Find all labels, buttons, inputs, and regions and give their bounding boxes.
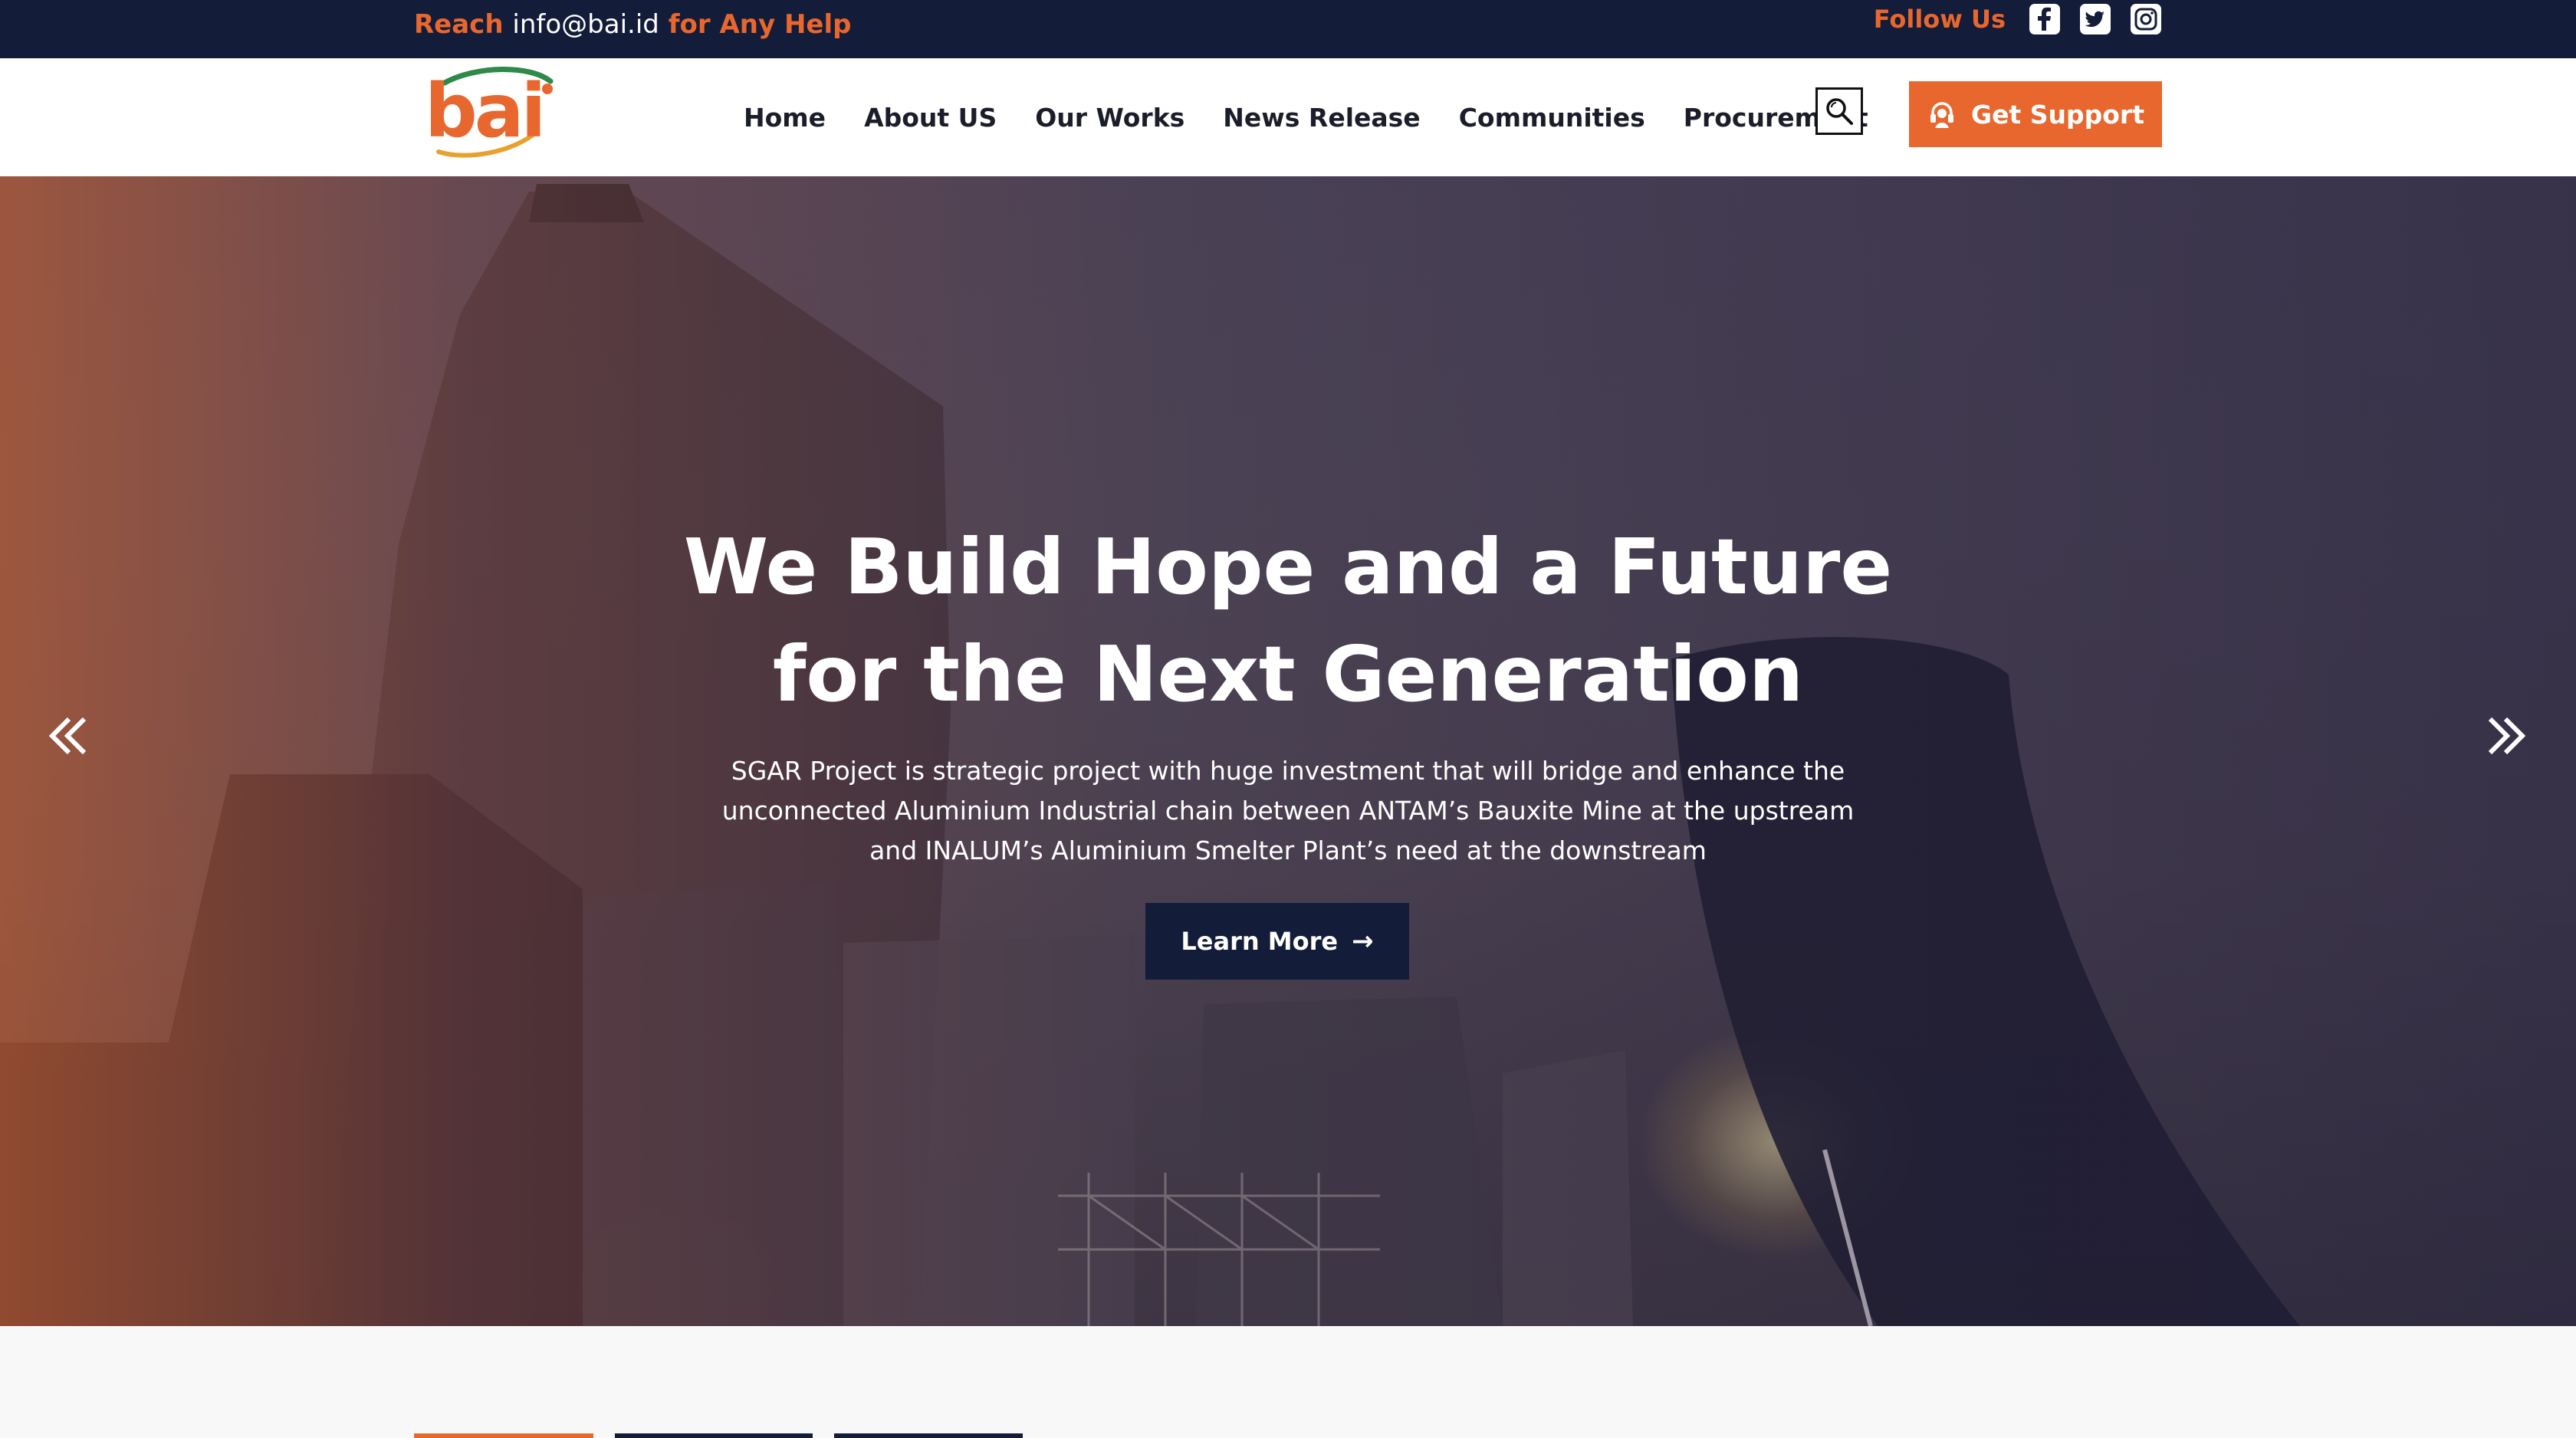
hero-title-line-1: We Build Hope and a Future: [683, 522, 1893, 612]
search-button[interactable]: [1815, 87, 1863, 135]
nav-communities[interactable]: Communities: [1459, 103, 1645, 133]
learn-more-button[interactable]: Learn More →: [1145, 903, 1409, 980]
get-support-button[interactable]: Get Support: [1909, 81, 2162, 147]
reach-suffix: for Any Help: [668, 9, 852, 40]
hero-description: SGAR Project is strategic project with h…: [675, 751, 1901, 871]
bai-logo[interactable]: bai: [414, 66, 560, 158]
hero-slider: We Build Hope and a Future for the Next …: [0, 176, 2576, 1326]
contact-email[interactable]: info@bai.id: [512, 9, 659, 40]
double-chevron-right-icon: [2488, 717, 2526, 755]
nav-news-release[interactable]: News Release: [1223, 103, 1420, 133]
nav-home[interactable]: Home: [744, 103, 826, 133]
hero-desc-line-2: unconnected Aluminium Industrial chain b…: [721, 796, 1855, 826]
reach-prefix: Reach: [414, 9, 504, 40]
section-tab-3[interactable]: [834, 1433, 1023, 1438]
double-chevron-left-icon: [48, 717, 87, 755]
arrow-right-icon: →: [1352, 926, 1374, 957]
section-tabs: [414, 1433, 1023, 1438]
twitter-icon[interactable]: [2079, 3, 2111, 35]
contact-info: Reach info@bai.id for Any Help: [414, 8, 851, 41]
facebook-icon[interactable]: [2029, 3, 2061, 35]
slider-next-button[interactable]: [2476, 705, 2538, 767]
main-navigation: bai Home About US Our Works News Release…: [0, 58, 2576, 176]
hero-title: We Build Hope and a Future for the Next …: [521, 514, 2055, 728]
section-tab-2[interactable]: [615, 1433, 813, 1438]
hero-title-line-2: for the Next Generation: [772, 629, 1804, 719]
learn-more-label: Learn More: [1181, 927, 1339, 956]
nav-menu: Home About US Our Works News Release Com…: [744, 58, 1868, 176]
headset-icon: [1930, 102, 1954, 128]
hero-desc-line-3: and INALUM’s Aluminium Smelter Plant’s n…: [869, 836, 1707, 865]
nav-our-works[interactable]: Our Works: [1035, 103, 1184, 133]
nav-about-us[interactable]: About US: [864, 103, 997, 133]
svg-text:bai: bai: [425, 68, 543, 154]
social-links: Follow Us: [1874, 0, 2162, 38]
get-support-label: Get Support: [1971, 99, 2144, 130]
slider-prev-button[interactable]: [37, 705, 98, 767]
section-tab-1[interactable]: [414, 1433, 593, 1438]
search-icon: [1826, 98, 1853, 125]
hero-desc-line-1: SGAR Project is strategic project with h…: [731, 756, 1845, 786]
instagram-icon[interactable]: [2130, 3, 2162, 35]
top-info-bar: Reach info@bai.id for Any Help Follow Us: [0, 0, 2576, 58]
follow-us-label: Follow Us: [1873, 5, 2006, 34]
